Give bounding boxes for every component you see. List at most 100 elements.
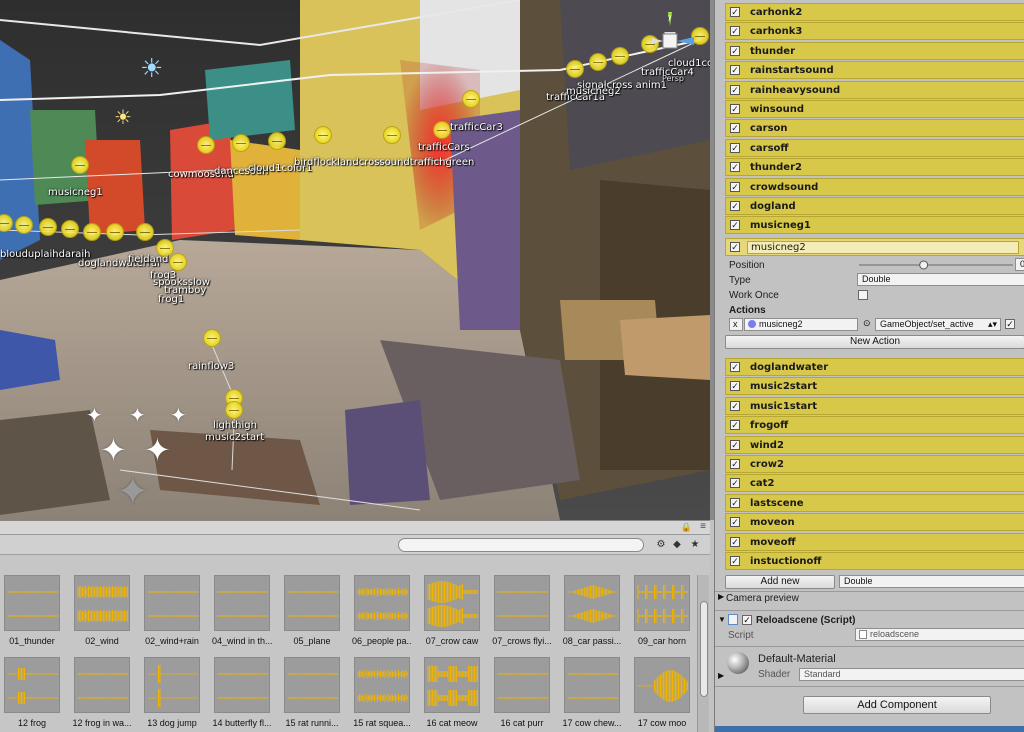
event-row-carson[interactable]: ✓ carson [725, 119, 1024, 138]
action-remove-button[interactable]: x [729, 318, 743, 331]
audio-asset-tile[interactable]: 14 butterfly fl... [212, 657, 272, 728]
event-enabled-checkbox[interactable]: ✓ [730, 381, 740, 392]
event-row-frogoff[interactable]: ✓ frogoff [725, 416, 1024, 435]
event-enabled-checkbox[interactable]: ✓ [730, 65, 740, 76]
point-light-icon[interactable]: ☀ [114, 108, 132, 128]
audio-asset-tile[interactable]: 07_crows flyi... [492, 575, 552, 646]
audio-asset-tile[interactable]: 15 rat runni... [282, 657, 342, 728]
event-row-carhonk2[interactable]: ✓ carhonk2 [725, 3, 1024, 21]
audio-asset-tile[interactable]: 06_people pa... [352, 575, 412, 646]
audio-gizmo[interactable] [383, 126, 401, 144]
audio-asset-tile[interactable]: 05_plane [282, 575, 342, 646]
scene-label[interactable]: frog1 [158, 294, 184, 305]
event-enabled-checkbox[interactable]: ✓ [730, 162, 740, 173]
audio-asset-tile[interactable]: 02_wind+rain [142, 575, 202, 646]
audio-asset-tile[interactable]: 02_wind [72, 575, 132, 646]
foldout-arrow-icon[interactable]: ▼ [718, 615, 726, 624]
scene-label[interactable]: lighthigh [213, 420, 257, 431]
audio-asset-tile[interactable]: 17 cow chew... [562, 657, 622, 728]
scene-label[interactable]: blouduplaihdaraih [0, 249, 90, 260]
scene-label[interactable]: trafficCars [418, 142, 470, 153]
event-name-field[interactable]: musicneg2 [747, 241, 1019, 254]
position-value-field[interactable]: 0 [1015, 258, 1024, 271]
audio-gizmo[interactable] [225, 401, 243, 419]
audio-gizmo[interactable] [83, 223, 101, 241]
add-new-type-dropdown[interactable]: Double [839, 575, 1024, 588]
event-enabled-checkbox[interactable]: ✓ [730, 7, 740, 17]
event-enabled-checkbox[interactable]: ✓ [730, 517, 740, 528]
scene-label[interactable]: music2start [205, 432, 264, 443]
audio-asset-tile[interactable]: 15 rat squea... [352, 657, 412, 728]
event-enabled-checkbox[interactable]: ✓ [730, 142, 740, 153]
event-enabled-checkbox[interactable]: ✓ [730, 26, 740, 37]
scene-label[interactable]: fieldand [128, 254, 168, 265]
audio-gizmo[interactable] [433, 121, 451, 139]
action-enabled-checkbox[interactable]: ✓ [1005, 319, 1015, 329]
event-enabled-checkbox[interactable]: ✓ [730, 556, 740, 566]
scene-label[interactable]: birdflocklandcrossoundtraffichgreen [294, 157, 474, 168]
audio-gizmo[interactable] [611, 47, 629, 65]
event-row-selected[interactable]: ✓ musicneg2 [725, 238, 1024, 256]
event-row-lastscene[interactable]: ✓ lastscene [725, 493, 1024, 512]
event-row-music2start[interactable]: ✓ music2start [725, 377, 1024, 396]
filter-by-type-icon[interactable]: ⚙ [654, 538, 668, 552]
audio-gizmo[interactable] [169, 253, 187, 271]
event-enabled-checkbox[interactable]: ✓ [730, 181, 740, 192]
audio-asset-tile[interactable]: 07_crow caw [422, 575, 482, 646]
audio-asset-tile[interactable]: 12 frog in wa... [72, 657, 132, 728]
audio-asset-tile[interactable]: 16 cat purr [492, 657, 552, 728]
component-enabled-checkbox[interactable]: ✓ [742, 615, 752, 625]
event-enabled-checkbox[interactable]: ✓ [730, 84, 740, 95]
camera-preview-label[interactable]: Camera preview [726, 593, 799, 604]
object-picker-icon[interactable]: ⊙ [863, 318, 871, 329]
script-reference-field[interactable]: reloadscene [855, 628, 1024, 641]
scene-label[interactable]: cloud1co [668, 58, 710, 69]
lock-icon[interactable]: 🔒 [681, 522, 692, 533]
asset-grid-scrollbar[interactable] [697, 575, 709, 732]
scrollbar-thumb[interactable] [700, 601, 708, 697]
audio-asset-tile[interactable]: 16 cat meow [422, 657, 482, 728]
event-enabled-checkbox[interactable]: ✓ [730, 242, 740, 252]
particle-gizmo-icon[interactable]: ✦ [86, 406, 103, 426]
audio-gizmo[interactable] [39, 218, 57, 236]
audio-asset-tile[interactable]: 12 frog [2, 657, 62, 728]
event-enabled-checkbox[interactable]: ✓ [730, 536, 740, 547]
event-row-crowdsound[interactable]: ✓ crowdsound [725, 177, 1024, 196]
foldout-arrow-icon[interactable]: ▶ [718, 671, 724, 680]
event-enabled-checkbox[interactable]: ✓ [730, 497, 740, 508]
audio-asset-tile[interactable]: 09_car horn [632, 575, 692, 646]
audio-gizmo[interactable] [61, 220, 79, 238]
action-method-dropdown[interactable]: GameObject/set_active ▴▾ [875, 318, 1001, 331]
event-row-music1start[interactable]: ✓ music1start [725, 396, 1024, 415]
audio-gizmo[interactable] [203, 329, 221, 347]
audio-gizmo[interactable] [462, 90, 480, 108]
event-enabled-checkbox[interactable]: ✓ [730, 362, 740, 372]
event-row-carhonk3[interactable]: ✓ carhonk3 [725, 22, 1024, 41]
type-dropdown[interactable]: Double [857, 273, 1024, 286]
event-row-instuctionoff[interactable]: ✓ instuctionoff [725, 552, 1024, 570]
scene-label[interactable]: rainflow3 [188, 361, 234, 372]
event-enabled-checkbox[interactable]: ✓ [730, 459, 740, 469]
particle-gizmo-icon[interactable]: ✦ [170, 406, 187, 426]
audio-gizmo[interactable] [314, 126, 332, 144]
event-row-winsound[interactable]: ✓ winsound [725, 100, 1024, 118]
particle-gizmo-icon[interactable]: ✦ [129, 406, 146, 426]
event-row-moveon[interactable]: ✓ moveon [725, 513, 1024, 532]
audio-gizmo[interactable] [268, 132, 286, 150]
particle-gizmo-icon[interactable]: ✦ [116, 472, 150, 512]
position-slider[interactable] [857, 259, 1024, 271]
event-row-moveoff[interactable]: ✓ moveoff [725, 532, 1024, 551]
audio-asset-tile[interactable]: 17 cow moo [632, 657, 692, 728]
event-row-carsoff[interactable]: ✓ carsoff [725, 138, 1024, 157]
event-enabled-checkbox[interactable]: ✓ [730, 123, 740, 134]
audio-asset-tile[interactable]: 04_wind in th... [212, 575, 272, 646]
audio-gizmo[interactable] [106, 223, 124, 241]
event-row-rainheavysound[interactable]: ✓ rainheavysound [725, 80, 1024, 99]
scene-view[interactable]: ☀ ☀ musicneg1 cowmoosond dancesoun cloud… [0, 0, 710, 520]
event-row-cat2[interactable]: ✓ cat2 [725, 474, 1024, 493]
event-row-doglandwater[interactable]: ✓ doglandwater [725, 358, 1024, 376]
event-row-thunder[interactable]: ✓ thunder [725, 41, 1024, 60]
event-row-dogland[interactable]: ✓ dogland [725, 197, 1024, 215]
event-row-musicneg1[interactable]: ✓ musicneg1 [725, 216, 1024, 235]
event-enabled-checkbox[interactable]: ✓ [730, 439, 740, 450]
